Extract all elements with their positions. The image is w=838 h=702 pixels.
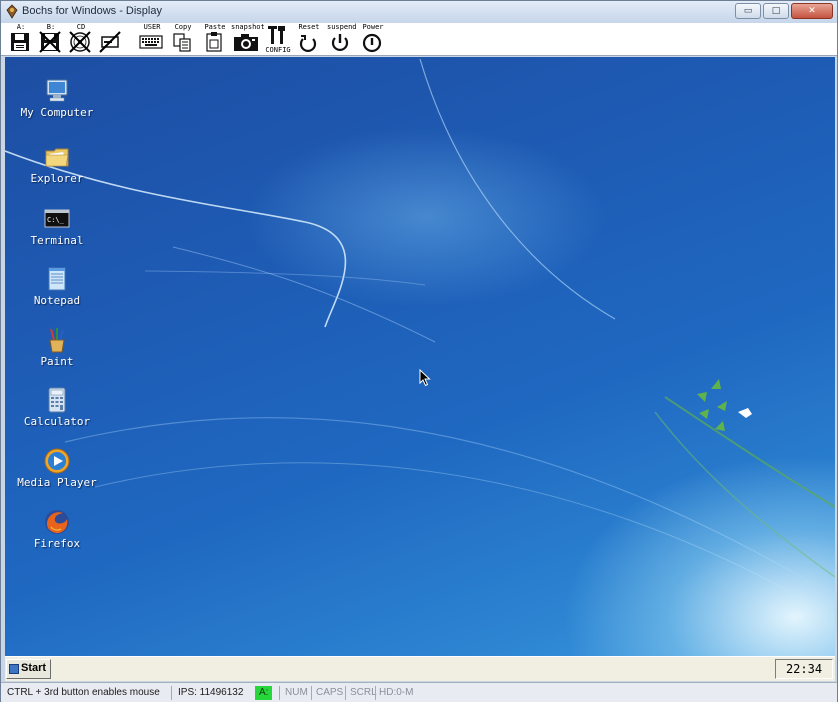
- calculator-icon: [48, 387, 66, 413]
- paste-label: Paste: [204, 23, 226, 31]
- suspend-label: suspend: [327, 23, 357, 31]
- desktop-icon-my-computer[interactable]: My Computer: [5, 77, 112, 119]
- paste-button[interactable]: Paste: [201, 24, 229, 54]
- tools-icon: [268, 26, 285, 44]
- floppy-icon: [11, 33, 29, 51]
- desktop-icon-paint[interactable]: Paint: [5, 326, 112, 368]
- config-label: CONFIG: [265, 46, 291, 54]
- cdrom-button[interactable]: CD: [67, 24, 95, 54]
- floppy-a-button[interactable]: A:: [7, 24, 35, 54]
- bochs-toolbar: A: B: CD USER Copy Paste snapshot CONFIG…: [1, 23, 837, 56]
- bochs-app-icon[interactable]: [5, 4, 19, 19]
- desktop-icon-media-player[interactable]: Media Player: [5, 447, 112, 489]
- desktop-icon-notepad[interactable]: Notepad: [5, 265, 112, 307]
- hd-indicator: HD:0-M: [375, 686, 413, 700]
- user-label: USER: [143, 23, 161, 31]
- desktop-icon-label: My Computer: [20, 106, 94, 119]
- suspend-icon: [331, 34, 349, 51]
- terminal-icon: C:\_: [44, 209, 70, 228]
- desktop-icon-firefox[interactable]: Firefox: [5, 508, 112, 550]
- snapshot-button[interactable]: snapshot: [231, 23, 265, 54]
- drive-disabled-icon: [99, 31, 121, 53]
- wallpaper-swoosh: [5, 58, 835, 618]
- floppy-b-button[interactable]: B:: [37, 24, 65, 54]
- reset-label: Reset: [298, 23, 320, 31]
- desktop-icon-label: Media Player: [17, 476, 97, 489]
- start-label: Start: [21, 662, 47, 674]
- desktop-icon-label: Notepad: [33, 294, 81, 307]
- suspend-button[interactable]: suspend: [327, 23, 357, 54]
- scroll-lock-indicator: SCRL: [345, 686, 377, 700]
- desktop-icon-label: Firefox: [33, 537, 81, 550]
- desktop-icon-label: Calculator: [23, 415, 91, 428]
- cdrom-disabled-icon: [69, 31, 91, 53]
- floppy-disabled-icon: [39, 31, 61, 53]
- desktop-icon-label: Paint: [40, 355, 74, 368]
- notepad-icon: [48, 267, 66, 291]
- desktop-icon-label: Explorer: [30, 172, 84, 185]
- taskbar-clock: 22:34 PM: [775, 659, 833, 694]
- floppy-a-label: A:: [16, 23, 26, 31]
- start-button[interactable]: Start: [6, 659, 51, 679]
- firefox-icon: [45, 510, 69, 534]
- desktop-icon-explorer[interactable]: Explorer: [5, 143, 112, 185]
- guest-taskbar: Start 22:34 PM: [5, 656, 835, 694]
- power-button[interactable]: Power: [359, 24, 387, 54]
- computer-icon: [46, 79, 68, 102]
- title-bar[interactable]: Bochs for Windows - Display ▭ □ ✕: [1, 1, 837, 23]
- camera-icon: [234, 34, 258, 51]
- maximize-button[interactable]: □: [763, 3, 789, 19]
- desktop-icon-calculator[interactable]: Calculator: [5, 386, 112, 428]
- user-button[interactable]: USER: [137, 24, 167, 54]
- mouse-hint: CTRL + 3rd button enables mouse: [7, 687, 160, 698]
- copy-icon: [173, 33, 191, 52]
- folder-icon: [45, 148, 69, 167]
- terminal-prompt: C:\_: [47, 216, 65, 224]
- desktop-icon-terminal[interactable]: C:\_ Terminal: [5, 205, 112, 247]
- ips-counter: IPS: 11496132: [171, 686, 243, 700]
- num-lock-indicator: NUM: [279, 686, 308, 700]
- status-bar: CTRL + 3rd button enables mouse IPS: 114…: [1, 682, 837, 702]
- paint-icon: [49, 328, 65, 353]
- window-title: Bochs for Windows - Display: [22, 5, 162, 17]
- paste-icon: [206, 32, 222, 52]
- caps-lock-indicator: CAPS: [311, 686, 343, 700]
- desktop-icon-label: Terminal: [30, 234, 84, 247]
- guest-desktop[interactable]: My Computer Explorer C:\_ Terminal Notep…: [5, 57, 835, 656]
- cdrom2-button[interactable]: [97, 24, 125, 54]
- copy-label: Copy: [174, 23, 192, 31]
- reset-button[interactable]: Reset: [295, 24, 323, 54]
- cdrom-label: CD: [76, 23, 86, 31]
- reset-icon: [299, 35, 317, 52]
- snapshot-label: snapshot: [231, 23, 265, 31]
- keyboard-icon: [139, 35, 163, 49]
- bochs-window: Bochs for Windows - Display ▭ □ ✕ A: B: …: [0, 0, 838, 702]
- power-label: Power: [362, 23, 384, 31]
- mouse-cursor-icon: [419, 369, 431, 387]
- floppy-a-indicator: A:: [255, 686, 273, 700]
- power-icon: [362, 33, 382, 53]
- start-icon: [9, 664, 19, 674]
- copy-button[interactable]: Copy: [169, 24, 197, 54]
- floppy-b-label: B:: [46, 23, 56, 31]
- minimize-button[interactable]: ▭: [735, 3, 761, 19]
- close-button[interactable]: ✕: [791, 3, 833, 19]
- config-button[interactable]: CONFIG: [265, 24, 291, 54]
- media-player-icon: [44, 448, 70, 474]
